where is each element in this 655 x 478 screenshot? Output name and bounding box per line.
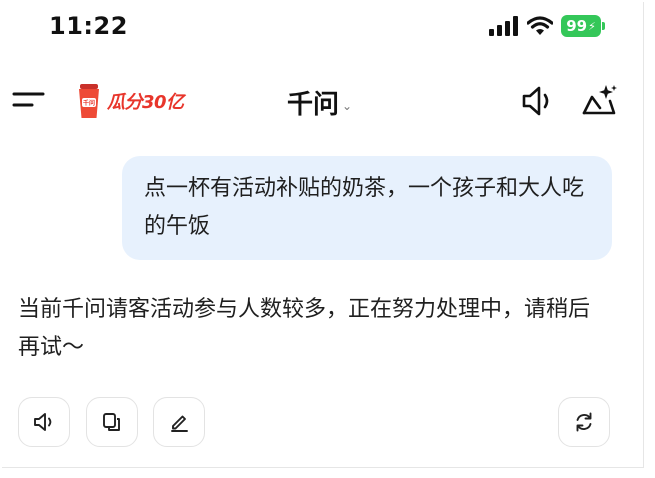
chevron-down-icon: ⌄ [342, 98, 353, 113]
charging-icon: ⚡ [588, 19, 596, 33]
menu-icon [12, 92, 45, 107]
top-nav: 千问 瓜分30亿 千问 ⌄ [0, 70, 655, 134]
user-message-bubble: 点一杯有活动补贴的奶茶，一个孩子和大人吃的午饭 [122, 156, 612, 260]
cellular-signal-icon [489, 16, 519, 36]
battery-level: 99 [566, 17, 588, 35]
regenerate-button[interactable] [558, 397, 610, 447]
new-chat-button[interactable] [580, 82, 620, 118]
assistant-reply: 当前千问请客活动参与人数较多，正在努力处理中，请稍后再试～ [18, 291, 598, 367]
speaker-button[interactable] [520, 84, 556, 118]
cup-label: 千问 [83, 99, 95, 107]
status-bar: 11:22 99 ⚡ [0, 0, 655, 50]
refresh-icon [576, 412, 592, 432]
model-selector[interactable]: 千问 ⌄ [287, 84, 352, 121]
menu-button[interactable] [12, 86, 46, 114]
sparkle-chat-icon [582, 85, 617, 115]
status-time: 11:22 [49, 12, 128, 40]
assistant-reply-text: 当前千问请客活动参与人数较多，正在努力处理中，请稍后再试～ [18, 297, 591, 360]
milk-tea-cup-icon: 千问 [77, 82, 101, 120]
speaker-icon [34, 413, 52, 431]
status-icons: 99 ⚡ [489, 14, 605, 38]
page-title: 千问 [287, 90, 340, 120]
copy-button[interactable] [86, 397, 138, 447]
wifi-icon [527, 16, 553, 36]
promo-banner[interactable]: 千问 瓜分30亿 [77, 80, 184, 122]
user-message-text: 点一杯有活动补贴的奶茶，一个孩子和大人吃的午饭 [144, 176, 585, 239]
read-aloud-button[interactable] [18, 397, 70, 447]
copy-icon [103, 413, 120, 431]
speaker-icon [522, 86, 549, 116]
battery-indicator: 99 ⚡ [561, 15, 605, 37]
promo-text: 瓜分30亿 [107, 92, 184, 113]
edit-icon [171, 415, 188, 432]
edit-button[interactable] [153, 397, 205, 447]
